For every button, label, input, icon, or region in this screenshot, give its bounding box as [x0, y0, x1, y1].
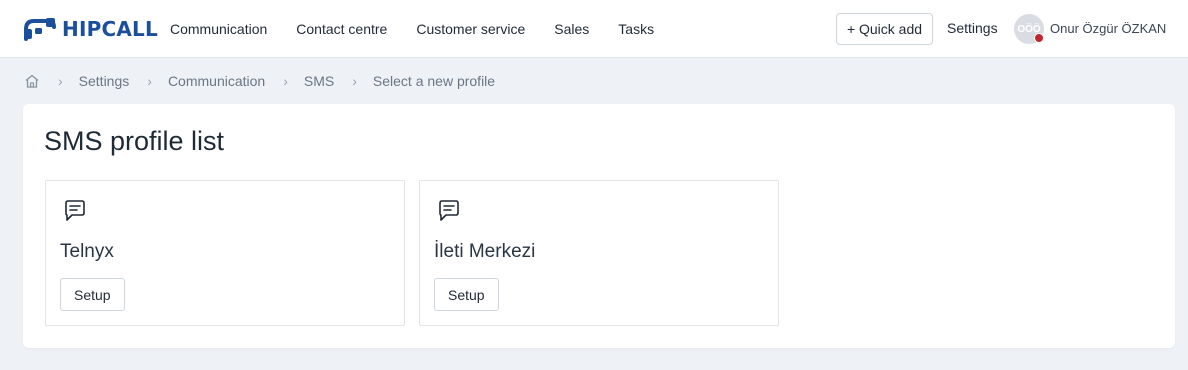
- nav-item-customer-service[interactable]: Customer service: [416, 21, 525, 37]
- user-name[interactable]: Onur Özgür ÖZKAN: [1050, 21, 1166, 36]
- breadcrumb-communication[interactable]: Communication: [168, 73, 265, 89]
- breadcrumb-settings[interactable]: Settings: [79, 73, 130, 89]
- main-nav: Communication Contact centre Customer se…: [170, 0, 683, 58]
- breadcrumb: › Settings › Communication › SMS › Selec…: [24, 70, 495, 92]
- hipcall-logo[interactable]: HIPCALL: [22, 14, 158, 44]
- breadcrumb-current: Select a new profile: [372, 73, 496, 89]
- chevron-right-icon: ›: [283, 73, 288, 89]
- settings-link[interactable]: Settings: [947, 20, 998, 36]
- profile-card-title: İleti Merkezi: [434, 241, 536, 262]
- top-navigation-bar: HIPCALL Communication Contact centre Cus…: [0, 0, 1188, 58]
- page-title: SMS profile list: [44, 126, 225, 156]
- nav-item-communication[interactable]: Communication: [170, 21, 267, 37]
- chevron-right-icon: ›: [147, 73, 152, 89]
- message-icon: [65, 200, 85, 221]
- chevron-right-icon: ›: [58, 73, 63, 89]
- phone-logo-icon: [24, 18, 56, 41]
- quick-add-button[interactable]: + Quick add: [836, 13, 933, 45]
- setup-button[interactable]: Setup: [60, 278, 125, 311]
- breadcrumb-sms[interactable]: SMS: [304, 73, 334, 89]
- chevron-right-icon: ›: [352, 73, 357, 89]
- profile-card-telnyx: Telnyx Setup: [45, 180, 405, 326]
- profile-card-title: Telnyx: [60, 241, 114, 262]
- user-status-indicator: [1034, 33, 1044, 43]
- profile-card-ileti-merkezi: İleti Merkezi Setup: [419, 180, 779, 326]
- setup-button[interactable]: Setup: [434, 278, 499, 311]
- brand-name: HIPCALL: [62, 17, 158, 41]
- sms-profile-panel: SMS profile list Telnyx Setup İleti Merk…: [23, 104, 1175, 348]
- nav-item-sales[interactable]: Sales: [554, 21, 589, 37]
- message-icon: [439, 200, 459, 221]
- nav-item-contact-centre[interactable]: Contact centre: [296, 21, 387, 37]
- nav-item-tasks[interactable]: Tasks: [618, 21, 654, 37]
- home-icon[interactable]: [24, 73, 40, 89]
